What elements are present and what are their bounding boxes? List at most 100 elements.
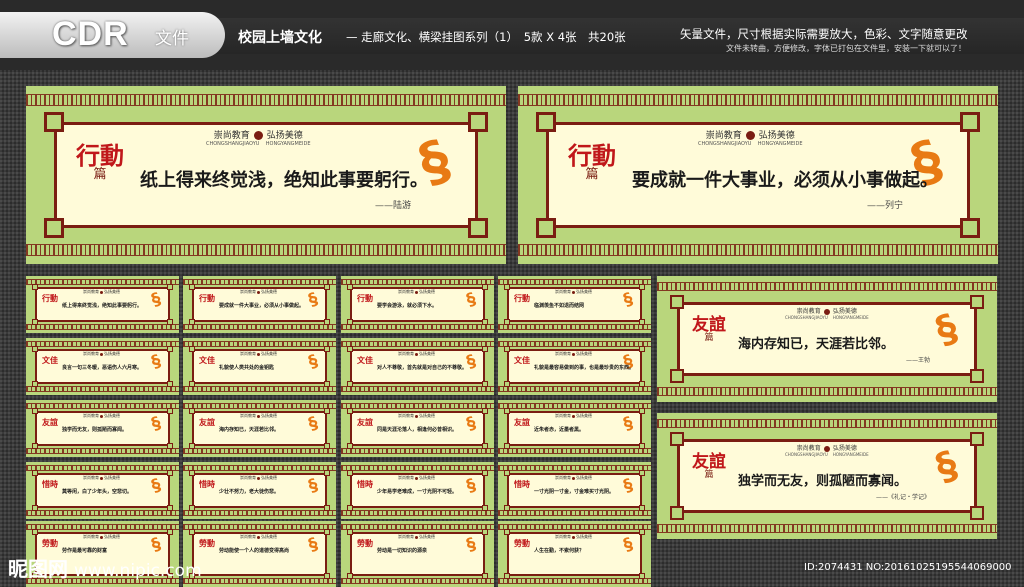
frame-corner: [167, 529, 173, 535]
motto-line: 崇尚教育 弘扬美德: [398, 413, 435, 419]
frame-corner: [167, 505, 173, 511]
frame-corner: [482, 505, 488, 511]
meander-band-bottom: [498, 578, 651, 584]
motto-left: 崇尚教育: [398, 413, 414, 418]
frame-corner: [189, 346, 195, 352]
quote-author: ——列宁: [866, 201, 903, 211]
frame-corner: [347, 284, 353, 290]
theme-seal: 文佳: [42, 356, 58, 364]
motto-left: 崇尚教育: [555, 534, 571, 539]
id-text: ID:2074431 NO:20161025195544069000: [804, 562, 1012, 573]
frame-corner: [167, 408, 173, 414]
frame-corner: [639, 505, 645, 511]
motto-right: 弘扬美德: [419, 413, 435, 418]
small-panel: 友誼 崇尚教育 弘扬美德 § 近朱者赤，近墨者黑。: [498, 400, 651, 457]
motto-line: 崇尚教育 弘扬美德: [398, 351, 435, 357]
seal-title: 友誼: [199, 417, 215, 427]
theme-seal: 行動篇: [568, 144, 616, 182]
seal-title: 文佳: [199, 355, 215, 365]
frame-corner: [670, 432, 684, 446]
motto-line: 崇尚教育 弘扬美德: [398, 534, 435, 540]
seal-title: 行動: [76, 141, 124, 170]
theme-seal: 行動: [42, 294, 58, 302]
motto-pinyin-left: CHONGSHANGJIAOYU: [785, 452, 828, 457]
meander-band-top: [183, 279, 336, 285]
theme-seal: 文佳: [514, 356, 530, 364]
header-bar: CDR 文件 校园上墙文化 — 走廊文化、横梁挂图系列（1） 5款 X 4张 共…: [0, 0, 1024, 70]
frame-corner: [482, 443, 488, 449]
motto-right: 弘扬美德: [832, 308, 857, 315]
meander-band-top: [26, 524, 179, 530]
large-panel: 行動篇 崇尚教育 弘扬美德 CHONGSHANGJIAOYU HONGYANGMEID…: [518, 86, 998, 264]
motto-line: 崇尚教育 弘扬美德 CHONGSHANGJIAOYU HONGYANGMEIDE: [698, 128, 803, 147]
quote-text: 独学而无友，则孤陋而寡闻。: [738, 474, 908, 489]
quote-text: 劳动能使一个人的道德变得高尚: [219, 548, 290, 554]
motto-pinyin-left: CHONGSHANGJIAOYU: [206, 141, 260, 147]
meander-band-bottom: [498, 510, 651, 516]
motto-pinyin: CHONGSHANGJIAOYU HONGYANGMEIDE: [785, 452, 869, 457]
brand-small: 文件: [155, 29, 189, 49]
frame-corner: [970, 432, 984, 446]
frame-corner: [324, 529, 330, 535]
theme-seal: 惜時: [514, 480, 530, 488]
meander-band-top: [183, 465, 336, 471]
seal-title: 文佳: [357, 355, 373, 365]
seal-title: 文佳: [42, 355, 58, 365]
small-panel: 行動 崇尚教育 弘扬美德 § 临渊羡鱼不如退而结网: [498, 276, 651, 333]
cdr-badge: CDR 文件: [0, 12, 225, 58]
frame-corner: [504, 443, 510, 449]
motto-left: 崇尚教育: [555, 351, 571, 356]
frame-corner: [44, 112, 64, 132]
theme-seal: 文佳: [199, 356, 215, 364]
seal-title: 惜時: [357, 479, 373, 489]
quote-text: 莫等闲，白了少年头，空悲切。: [62, 489, 133, 495]
meander-band-bottom: [183, 510, 336, 516]
theme-seal: 勞動: [357, 539, 373, 547]
motto-emblem: [415, 535, 418, 539]
frame-corner: [504, 346, 510, 352]
meander-band-top: [183, 524, 336, 530]
seal-title: 惜時: [199, 479, 215, 489]
frame-corner: [504, 284, 510, 290]
frame-corner: [347, 319, 353, 325]
seal-title: 勞動: [199, 538, 215, 548]
frame-corner: [32, 284, 38, 290]
motto-pinyin: CHONGSHANGJIAOYU HONGYANGMEIDE: [206, 141, 311, 147]
frame-corner: [189, 408, 195, 414]
frame-corner: [189, 381, 195, 387]
motto-line: 崇尚教育 弘扬美德: [240, 351, 277, 357]
small-panel: 友誼 崇尚教育 弘扬美德 § 独学而无友，则孤陋而寡闻。: [26, 400, 179, 457]
theme-seal: 友誼: [199, 418, 215, 426]
frame-corner: [482, 381, 488, 387]
motto-emblem: [745, 131, 755, 140]
frame-corner: [960, 112, 980, 132]
theme-seal: 勞動: [199, 539, 215, 547]
motto-right: 弘扬美德: [419, 351, 435, 356]
seal-title: 勞動: [357, 538, 373, 548]
meander-band-bottom: [183, 324, 336, 330]
frame-corner: [639, 319, 645, 325]
seal-title: 惜時: [42, 479, 58, 489]
motto-right: 弘扬美德: [261, 534, 277, 539]
seal-title: 友誼: [692, 315, 726, 335]
frame-corner: [504, 505, 510, 511]
seal-title: 文佳: [514, 355, 530, 365]
theme-seal: 文佳: [357, 356, 373, 364]
frame-corner: [167, 443, 173, 449]
frame-corner: [347, 505, 353, 511]
large-panel: 行動篇崇尚教育 弘扬美德 CHONGSHANGJIAOYU HONGYANGMEID…: [26, 86, 506, 264]
large-panel: 友誼篇崇尚教育 弘扬美德 CHONGSHANGJIAOYU HONGYANGMEID…: [657, 413, 997, 539]
frame-corner: [189, 529, 195, 535]
motto-right: 弘扬美德: [832, 445, 857, 452]
frame-corner: [324, 408, 330, 414]
meander-band-bottom: [341, 510, 494, 516]
motto-left: 崇尚教育: [240, 413, 256, 418]
motto-left: 崇尚教育: [240, 351, 256, 356]
motto-left: 崇尚教育: [796, 308, 821, 315]
frame-corner: [504, 319, 510, 325]
motto-right: 弘扬美德: [104, 289, 120, 294]
motto-right: 弘扬美德: [576, 351, 592, 356]
small-panel: 行動 崇尚教育 弘扬美德 § 要成就一件大事业，必须从小事做起。: [183, 276, 336, 333]
motto-left: 崇尚教育: [83, 475, 99, 480]
frame-corner: [32, 408, 38, 414]
